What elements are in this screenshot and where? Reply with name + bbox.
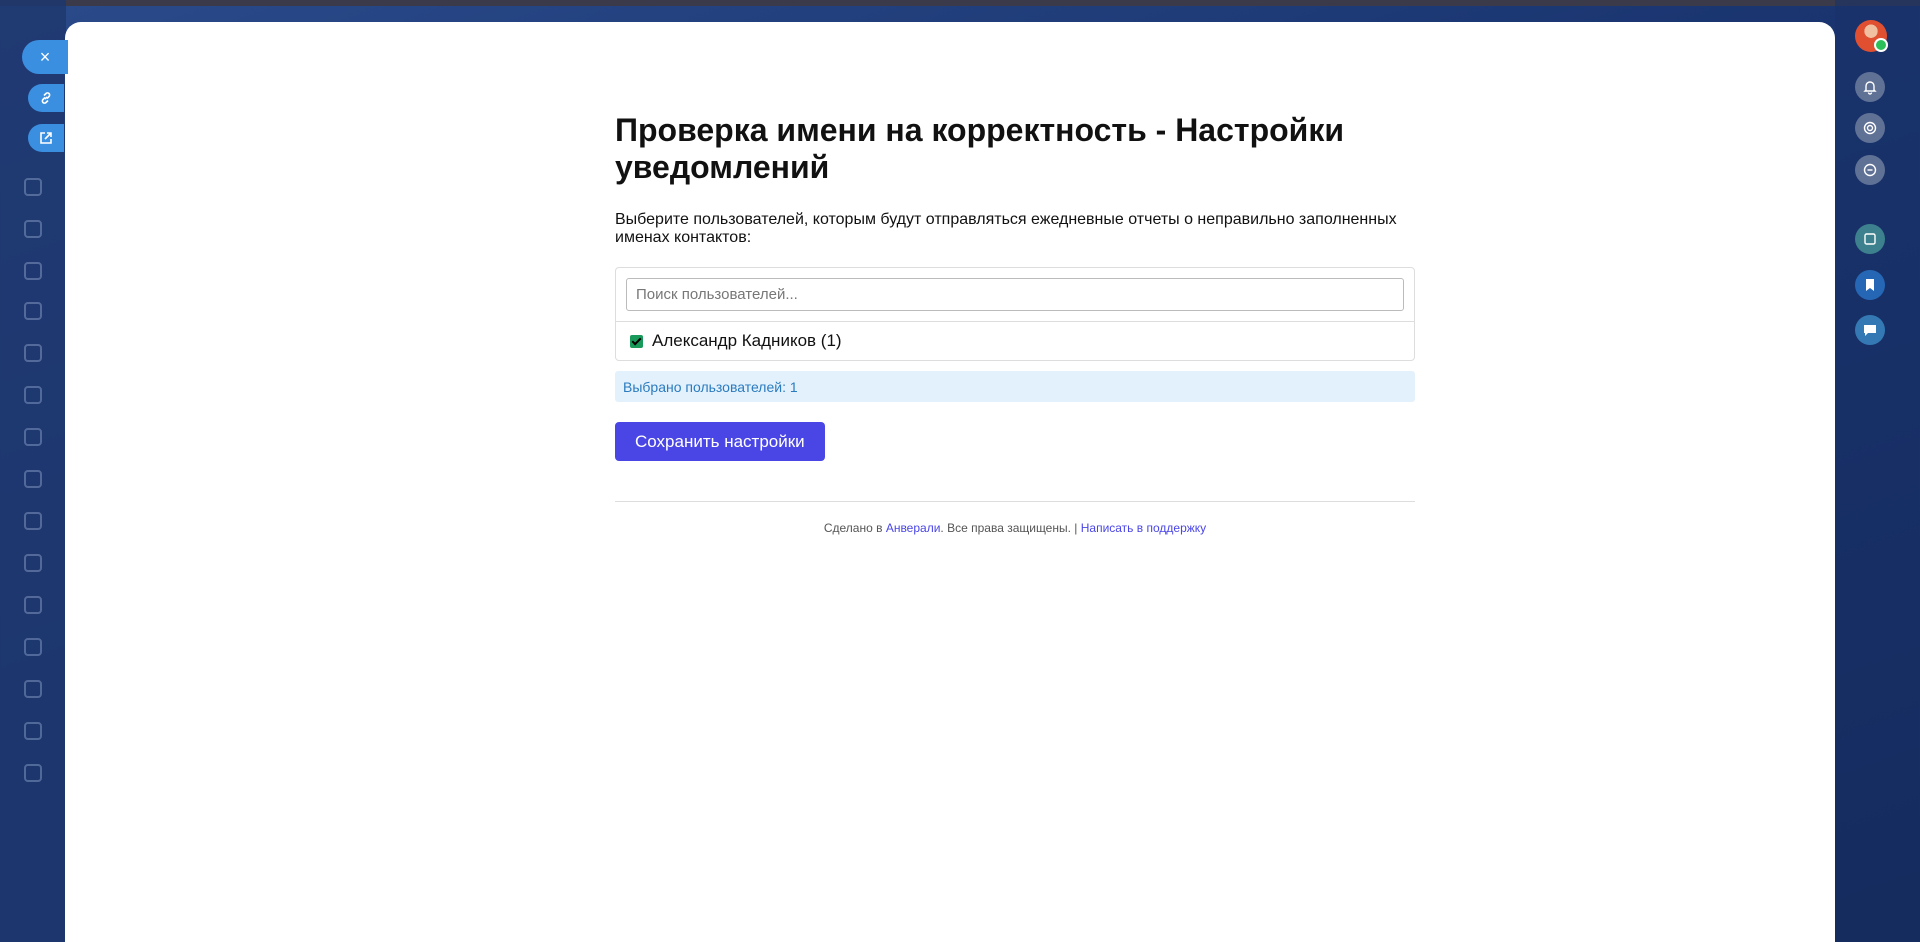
- nav-icon: [24, 262, 42, 280]
- nav-icon: [24, 220, 42, 238]
- selected-count-info: Выбрано пользователей: 1: [615, 371, 1415, 402]
- chat-button[interactable]: [1855, 315, 1885, 345]
- settings-content: Проверка имени на корректность - Настрой…: [615, 112, 1415, 535]
- bell-icon: [1863, 81, 1877, 95]
- page-title: Проверка имени на корректность - Настрой…: [615, 112, 1345, 185]
- footer: Сделано в Анверали. Все права защищены. …: [615, 521, 1415, 535]
- copilot-button[interactable]: [1855, 113, 1885, 143]
- bookmark-icon: [1866, 279, 1874, 291]
- search-input[interactable]: [626, 278, 1404, 311]
- nav-icon: [24, 302, 42, 320]
- nav-icon: [24, 596, 42, 614]
- slider-copy-link-button[interactable]: [28, 84, 64, 112]
- copilot-icon: [1863, 121, 1877, 135]
- tasks-button[interactable]: [1855, 224, 1885, 254]
- nav-icon: [24, 638, 42, 656]
- search-chat-icon: [1863, 163, 1877, 177]
- nav-icon: [24, 344, 42, 362]
- nav-icon: [24, 722, 42, 740]
- external-link-icon: [40, 132, 52, 144]
- browser-tab-strip: [0, 0, 1920, 6]
- search-button[interactable]: [1855, 155, 1885, 185]
- list-item[interactable]: Александр Кадников (1): [616, 322, 1414, 360]
- slider-close-button[interactable]: ×: [22, 40, 68, 74]
- user-name: Александр Кадников (1): [652, 331, 842, 350]
- link-icon: [41, 92, 51, 104]
- nav-icon: [24, 512, 42, 530]
- nav-icon: [24, 470, 42, 488]
- bookmarks-button[interactable]: [1855, 270, 1885, 300]
- slider-open-new-window-button[interactable]: [28, 124, 64, 152]
- divider: [615, 501, 1415, 502]
- app-slider-panel: Проверка имени на корректность - Настрой…: [65, 22, 1835, 942]
- save-settings-button[interactable]: Сохранить настройки: [615, 422, 825, 461]
- nav-icon: [24, 178, 42, 196]
- search-wrap: [616, 268, 1414, 322]
- chat-icon: [1864, 325, 1876, 336]
- nav-icon: [24, 764, 42, 782]
- crm-right-toolbar: [1835, 0, 1920, 942]
- nav-icon: [24, 428, 42, 446]
- nav-icon: [24, 386, 42, 404]
- support-link[interactable]: Написать в поддержку: [1081, 521, 1206, 535]
- footer-rights: . Все права защищены. |: [940, 521, 1081, 535]
- nav-icon: [24, 680, 42, 698]
- notifications-button[interactable]: [1855, 72, 1885, 102]
- user-select-box: Александр Кадников (1): [615, 267, 1415, 361]
- status-badge: [1874, 38, 1888, 52]
- brand-link[interactable]: Анверали: [886, 521, 941, 535]
- tasks-icon: [1864, 233, 1876, 245]
- page-description: Выберите пользователей, которым будут от…: [615, 211, 1397, 246]
- user-checkbox[interactable]: [630, 334, 643, 348]
- nav-icon: [24, 554, 42, 572]
- close-icon: ×: [39, 46, 51, 67]
- footer-prefix: Сделано в: [823, 521, 886, 535]
